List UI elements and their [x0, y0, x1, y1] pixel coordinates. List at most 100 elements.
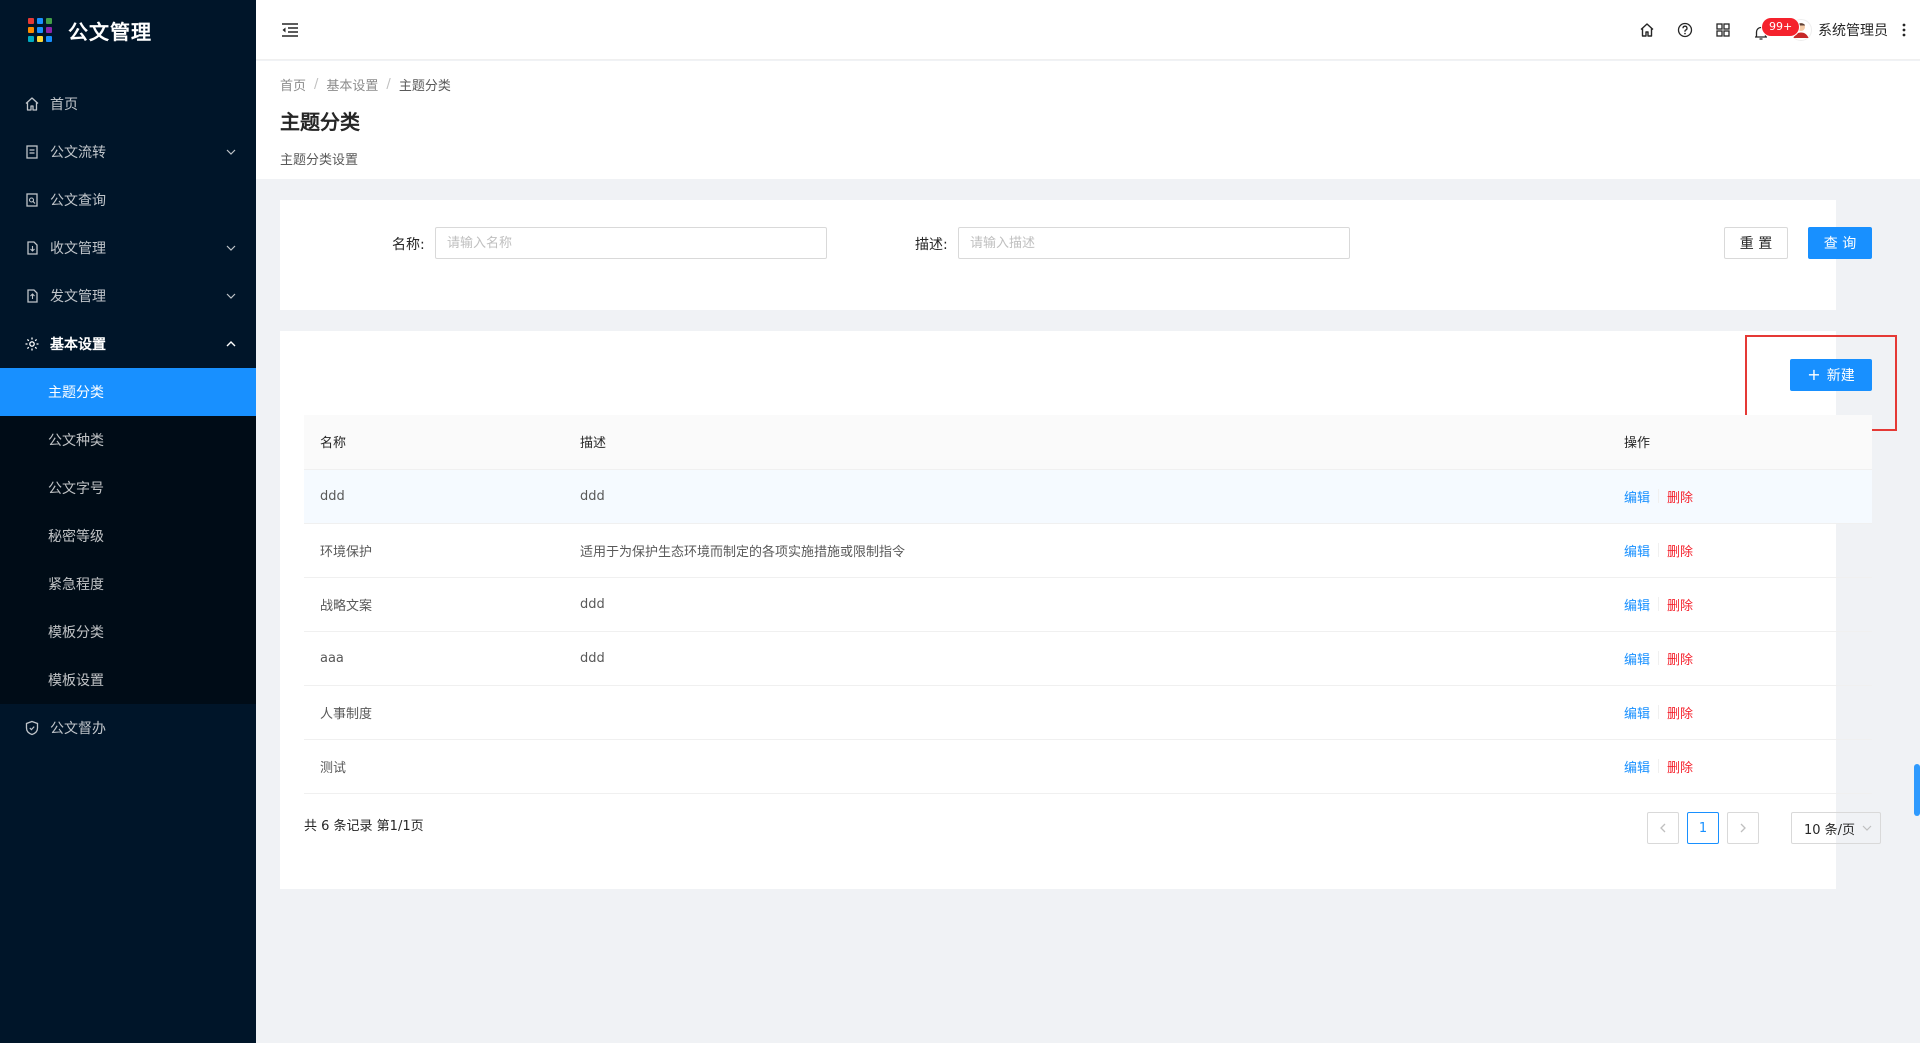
sidebar-item-0[interactable]: 首页 — [0, 80, 256, 128]
edit-link[interactable]: 编辑 — [1624, 541, 1650, 560]
breadcrumb: 首页 / 基本设置 / 主题分类 — [280, 75, 451, 94]
action-divider — [1658, 705, 1660, 719]
app-grid-icon — [28, 18, 52, 42]
user-menu[interactable]: 系统管理员 — [1790, 18, 1888, 41]
table-card: + 新建 名称 描述 操作 ddd ddd 编辑 删除 环境保护 适用于为保护生态环境而制… — [280, 331, 1897, 889]
sidebar-item-2[interactable]: 公文查询 — [0, 176, 256, 224]
edit-link[interactable]: 编辑 — [1624, 595, 1650, 614]
table-row: 战略文案 ddd 编辑 删除 — [304, 577, 1872, 632]
new-button[interactable]: + 新建 — [1790, 359, 1872, 391]
page-size-value: 10 条/页 — [1804, 822, 1856, 838]
sidebar-item-label: 公文流转 — [50, 145, 106, 161]
gear-icon — [24, 336, 40, 352]
table-row: ddd ddd 编辑 删除 — [304, 469, 1872, 524]
logo[interactable]: 公文管理 — [0, 0, 256, 60]
cell-description: 适用于为保护生态环境而制定的各项实施措施或限制指令 — [564, 523, 1608, 578]
doc-icon — [24, 144, 40, 160]
cell-actions: 编辑 删除 — [1608, 631, 1872, 686]
breadcrumb-home[interactable]: 首页 — [280, 75, 306, 94]
more-vertical-icon[interactable] — [1896, 20, 1912, 40]
cell-description — [564, 739, 1608, 794]
table-row: 人事制度 编辑 删除 — [304, 685, 1872, 740]
breadcrumb-current: 主题分类 — [398, 79, 451, 94]
cell-actions: 编辑 删除 — [1608, 523, 1872, 578]
page-description: 主题分类设置 — [280, 153, 359, 168]
cell-description — [564, 685, 1608, 740]
cell-actions: 编辑 删除 — [1608, 739, 1872, 794]
chevron-down-icon — [1862, 825, 1872, 831]
sidebar-item-label: 基本设置 — [50, 337, 106, 353]
submenu-item-2[interactable]: 公文字号 — [0, 464, 256, 512]
page-header: 首页 / 基本设置 / 主题分类 主题分类 主题分类设置 — [256, 61, 1920, 179]
next-page-button[interactable] — [1727, 812, 1759, 844]
menu-fold-icon[interactable] — [280, 20, 300, 40]
top-header: 99+ 系统管理员 — [256, 0, 1920, 60]
edit-link[interactable]: 编辑 — [1624, 703, 1650, 722]
delete-link[interactable]: 删除 — [1667, 595, 1693, 614]
home-icon — [24, 96, 40, 112]
action-divider — [1658, 759, 1660, 773]
data-table: 名称 描述 操作 ddd ddd 编辑 删除 环境保护 适用于为保护生态环境而制定的各项实… — [304, 415, 1872, 794]
home-icon[interactable] — [1628, 10, 1666, 50]
total-records: 共 6 条记录 第1/1页 — [304, 819, 424, 834]
submenu-item-3[interactable]: 秘密等级 — [0, 512, 256, 560]
new-button-label: 新建 — [1826, 368, 1855, 384]
table-row: 环境保护 适用于为保护生态环境而制定的各项实施措施或限制指令 编辑 删除 — [304, 523, 1872, 578]
delete-link[interactable]: 删除 — [1667, 487, 1693, 506]
submenu-item-0[interactable]: 主题分类 — [0, 368, 256, 416]
cell-name: aaa — [304, 631, 564, 686]
action-divider — [1658, 651, 1660, 665]
cell-name: ddd — [304, 469, 564, 524]
name-label: 名称: — [392, 237, 425, 253]
breadcrumb-basic-settings[interactable]: 基本设置 — [326, 75, 378, 94]
delete-link[interactable]: 删除 — [1667, 703, 1693, 722]
cell-actions: 编辑 删除 — [1608, 469, 1872, 524]
help-icon[interactable] — [1666, 10, 1704, 50]
query-button[interactable]: 查 询 — [1808, 227, 1872, 259]
prev-page-button[interactable] — [1647, 812, 1679, 844]
app-title: 公文管理 — [68, 19, 152, 44]
sidebar-item-1[interactable]: 公文流转 — [0, 128, 256, 176]
cell-description: ddd — [564, 469, 1608, 524]
cell-description: ddd — [564, 631, 1608, 686]
action-divider — [1658, 597, 1660, 611]
cell-name: 战略文案 — [304, 577, 564, 632]
apps-grid-icon[interactable] — [1704, 10, 1742, 50]
sidebar-item-label: 公文查询 — [50, 193, 106, 209]
reset-button[interactable]: 重 置 — [1724, 227, 1788, 259]
description-input[interactable] — [958, 227, 1350, 259]
page-scrollbar[interactable] — [1914, 764, 1920, 816]
delete-link[interactable]: 删除 — [1667, 541, 1693, 560]
sidebar-item-label: 收文管理 — [50, 241, 106, 257]
sidebar-item-3[interactable]: 收文管理 — [0, 224, 256, 272]
search-form: 名称: 描述: 重 置 查 询 — [280, 200, 1872, 310]
sidebar-item-4[interactable]: 发文管理 — [0, 272, 256, 320]
sidebar-item-5[interactable]: 基本设置 — [0, 320, 256, 368]
edit-link[interactable]: 编辑 — [1624, 649, 1650, 668]
name-input[interactable] — [435, 227, 827, 259]
sidebar-item-label: 发文管理 — [50, 289, 106, 305]
submenu-item-5[interactable]: 模板分类 — [0, 608, 256, 656]
sidebar: 公文管理 首页公文流转公文查询收文管理发文管理基本设置主题分类 公文种类 公文字号秘… — [0, 0, 256, 1043]
cell-actions: 编辑 删除 — [1608, 577, 1872, 632]
page-size-select[interactable]: 10 条/页 — [1791, 812, 1881, 844]
edit-link[interactable]: 编辑 — [1624, 487, 1650, 506]
sidebar-item-label: 首页 — [50, 97, 78, 113]
edit-link[interactable]: 编辑 — [1624, 757, 1650, 776]
cell-name: 环境保护 — [304, 523, 564, 578]
submenu-item-4[interactable]: 紧急程度 — [0, 560, 256, 608]
submenu-item-6[interactable]: 模板设置 — [0, 656, 256, 704]
submenu-item-1[interactable]: 公文种类 — [0, 416, 256, 464]
plus-icon: + — [1807, 365, 1821, 384]
chevron-down-icon — [224, 241, 238, 255]
notification-bell-icon[interactable]: 99+ — [1742, 10, 1800, 50]
file-out-icon — [24, 288, 40, 304]
column-header-description: 描述 — [564, 415, 1608, 470]
cell-name: 测试 — [304, 739, 564, 794]
page-1-button[interactable]: 1 — [1687, 812, 1719, 844]
delete-link[interactable]: 删除 — [1667, 757, 1693, 776]
sidebar-item-6[interactable]: 公文督办 — [0, 704, 256, 752]
table-row: aaa ddd 编辑 删除 — [304, 631, 1872, 686]
table-header-row: 名称 描述 操作 — [304, 415, 1872, 470]
delete-link[interactable]: 删除 — [1667, 649, 1693, 668]
